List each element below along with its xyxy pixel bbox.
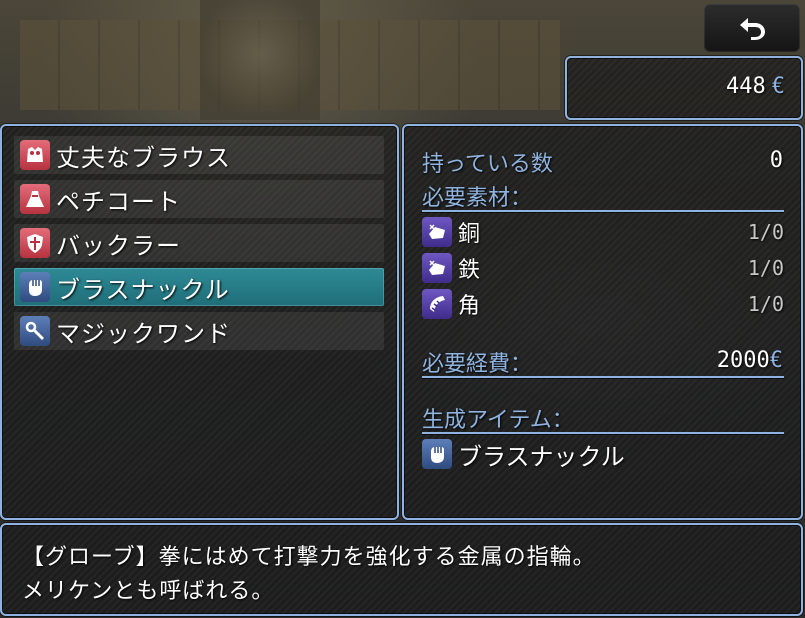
petticoat-icon [20, 184, 50, 214]
ore-iron-icon [422, 253, 452, 283]
glove-icon [20, 272, 50, 302]
result-item-name: ブラスナックル [458, 442, 625, 471]
cost-value: 2000 [716, 348, 770, 373]
material-row-copper: 銅 1/0 [422, 216, 784, 248]
material-name: 銅 [458, 222, 481, 247]
recipe-detail-window: 持っている数 0 必要素材： 銅 1/0 鉄 1/0 角 1/0 必要経費： 2… [402, 124, 803, 520]
cost-display: 2000€ [717, 348, 783, 373]
wand-icon [20, 316, 50, 346]
result-heading: 生成アイテム： [422, 408, 574, 433]
material-name: 角 [458, 294, 481, 319]
materials-underline [422, 210, 784, 212]
glove-icon [422, 439, 452, 469]
recipe-list-window: 丈夫なブラウス ペチコート バックラー ブラスナックル マジックワンド [0, 124, 399, 520]
list-item-blouse[interactable]: 丈夫なブラウス [14, 136, 384, 174]
materials-heading: 必要素材： [422, 186, 533, 211]
list-item-label: ブラスナックル [56, 275, 230, 304]
material-row-iron: 鉄 1/0 [422, 252, 784, 284]
list-item-label: マジックワンド [56, 319, 231, 348]
gold-display: 448 € [726, 74, 785, 99]
cost-label: 必要経費： [422, 352, 533, 377]
result-underline [422, 432, 784, 434]
cost-unit: € [769, 348, 783, 373]
list-item-label: 丈夫なブラウス [56, 143, 231, 172]
help-window: 【グローブ】拳にはめて打撃力を強化する金属の指輪。 メリケンとも呼ばれる。 [0, 523, 803, 616]
list-item-petticoat[interactable]: ペチコート [14, 180, 384, 218]
cost-underline [422, 376, 784, 378]
gold-unit: € [771, 74, 785, 99]
blouse-icon [20, 140, 50, 170]
material-count: 1/0 [747, 292, 784, 316]
owned-value: 0 [769, 148, 783, 173]
list-item-magic-wand[interactable]: マジックワンド [14, 312, 384, 350]
result-item-row: ブラスナックル [422, 438, 784, 471]
list-item-buckler[interactable]: バックラー [14, 224, 384, 262]
owned-label: 持っている数 [422, 152, 553, 177]
material-name: 鉄 [458, 258, 481, 283]
ore-copper-icon [422, 217, 452, 247]
list-item-brass-knuckles[interactable]: ブラスナックル [14, 268, 384, 306]
help-text-line-2: メリケンとも呼ばれる。 [22, 579, 275, 604]
undo-arrow-icon [740, 18, 765, 40]
material-count: 1/0 [747, 256, 784, 280]
buckler-shield-icon [20, 228, 50, 258]
back-button[interactable] [704, 4, 800, 52]
material-count: 1/0 [747, 220, 784, 244]
horn-icon [422, 289, 452, 319]
help-text-line-1: 【グローブ】拳にはめて打撃力を強化する金属の指輪。 [22, 545, 596, 570]
list-item-label: ペチコート [56, 187, 181, 216]
material-row-horn: 角 1/0 [422, 288, 784, 320]
list-item-label: バックラー [56, 231, 181, 260]
gold-window: 448 € [565, 56, 803, 120]
gold-amount: 448 [726, 74, 766, 99]
background-shelf [200, 0, 320, 120]
